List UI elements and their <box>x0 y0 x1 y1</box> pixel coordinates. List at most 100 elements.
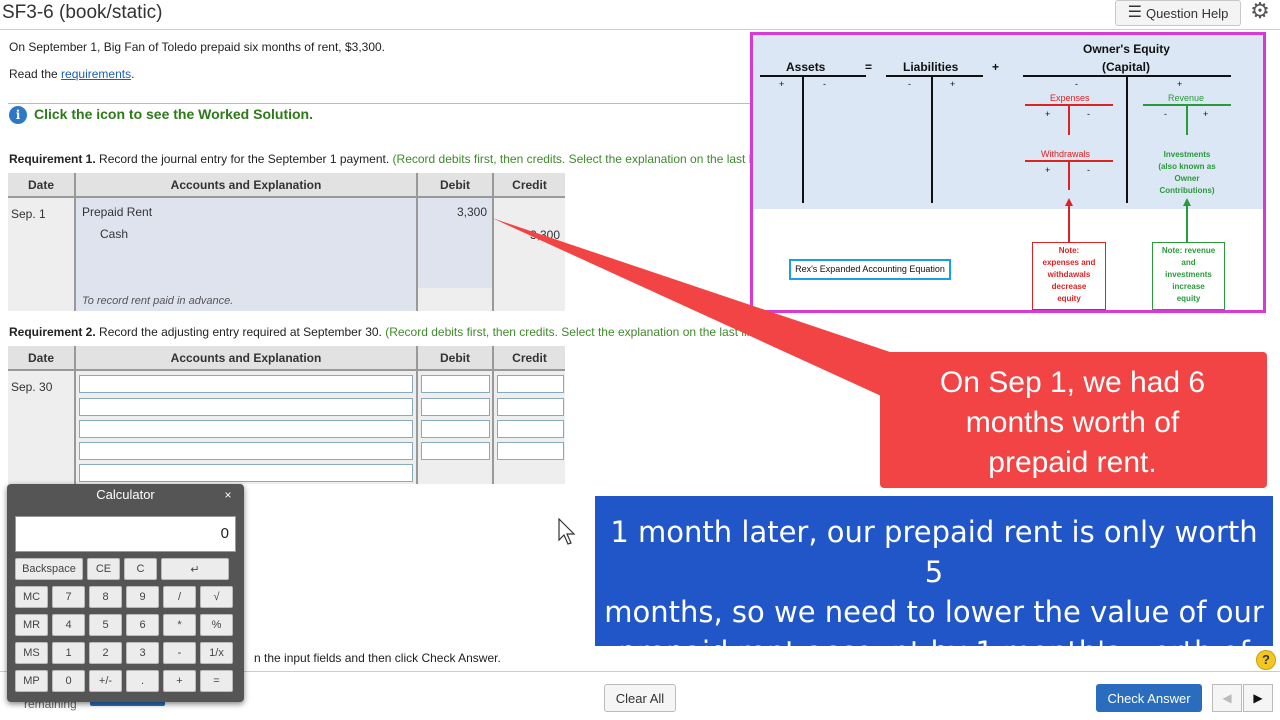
expenses-minus: - <box>1087 109 1090 119</box>
revenue-plus: + <box>1203 109 1209 119</box>
problem-statement: On September 1, Big Fan of Toledo prepai… <box>9 40 386 54</box>
mouse-cursor-icon <box>558 518 576 545</box>
journal2-date: Sep. 30 <box>11 380 53 394</box>
rex-equation-label: Rex's Expanded Accounting Equation <box>789 259 951 280</box>
credit-column <box>494 198 565 311</box>
calc-key[interactable]: MS <box>15 642 48 664</box>
credit-input-2[interactable] <box>497 398 564 416</box>
col-header-debit: Debit <box>418 173 492 198</box>
calc-key[interactable]: 9 <box>126 586 159 608</box>
callout-red-text: On Sep 1, we had 6 months worth of prepa… <box>900 363 1245 483</box>
journal1-explanation: To record rent paid in advance. <box>82 295 234 307</box>
col-sep <box>416 346 418 484</box>
calculator-title: Calculator <box>96 487 155 502</box>
investments-line: Investments <box>1163 150 1211 159</box>
account-input-2[interactable] <box>79 398 413 416</box>
calc-key[interactable]: . <box>126 670 159 692</box>
note-line: and <box>1181 258 1196 267</box>
calc-key[interactable]: CE <box>87 558 120 580</box>
calc-key[interactable]: - <box>163 642 196 664</box>
col-header-debit: Debit <box>418 346 492 371</box>
calc-key[interactable]: MC <box>15 586 48 608</box>
calc-key[interactable]: C <box>124 558 157 580</box>
note-line: Note: <box>1058 246 1080 255</box>
diagram-revenue: Revenue <box>1168 93 1205 103</box>
calc-key[interactable]: MP <box>15 670 48 692</box>
callout-blue-line: 1 month later, our prepaid rent is only … <box>610 515 1258 589</box>
calc-key[interactable]: 2 <box>89 642 122 664</box>
close-icon[interactable]: × <box>219 486 237 504</box>
journal-table-2: Date Accounts and Explanation Debit Cred… <box>8 346 565 484</box>
read-requirements-line: Read the requirements. <box>9 67 134 81</box>
note-line: expenses and <box>1042 258 1096 267</box>
credit-input-3[interactable] <box>497 420 564 438</box>
account-input-3[interactable] <box>79 420 413 438</box>
debit-input-4[interactable] <box>421 442 490 460</box>
debit-input-2[interactable] <box>421 398 490 416</box>
section-divider <box>8 103 753 104</box>
calc-key[interactable]: / <box>163 586 196 608</box>
credit-input-1[interactable] <box>497 375 564 393</box>
calculator-keypad: Backspace CE C ↵ MC 7 8 9/√ MR 4 5 6 *% MS 1 2 3-1/x MP 0 +… <box>7 558 244 698</box>
calc-key[interactable]: % <box>200 614 233 636</box>
revenue-minus: - <box>1164 109 1167 119</box>
assets-minus: - <box>823 79 826 89</box>
diagram-investments: Investments (also known as Owner Contrib… <box>1145 149 1229 197</box>
info-icon[interactable]: i <box>9 106 27 124</box>
calc-key[interactable]: 1/x <box>200 642 233 664</box>
note-line: increase <box>1172 282 1205 291</box>
calc-key[interactable]: 7 <box>52 586 85 608</box>
col-header-accounts: Accounts and Explanation <box>76 173 416 198</box>
req2-hint: (Record debits first, then credits. Sele… <box>385 325 787 339</box>
investments-line: (also known as <box>1158 162 1216 171</box>
callout-blue-line: months, so we need to lower the value of… <box>604 595 1264 629</box>
calc-key[interactable]: 6 <box>126 614 159 636</box>
calc-key[interactable]: 4 <box>52 614 85 636</box>
calc-key[interactable]: √ <box>200 586 233 608</box>
investments-line: Contributions) <box>1159 186 1215 195</box>
expenses-plus: + <box>1045 109 1051 119</box>
journal1-credit-2: 3,300 <box>529 228 560 242</box>
calc-key[interactable]: 0 <box>52 670 85 692</box>
list-icon: ☰ <box>1127 4 1142 21</box>
note-line: equity <box>1057 294 1081 303</box>
diagram-withdrawals: Withdrawals <box>1041 149 1091 159</box>
explanation-input[interactable] <box>79 464 413 482</box>
worked-solution-text: Click the icon to see the Worked Solutio… <box>34 106 314 122</box>
calc-key[interactable]: Backspace <box>15 558 83 580</box>
question-help-button[interactable]: ☰ Question Help <box>1115 0 1241 26</box>
account-input-1[interactable] <box>79 375 413 393</box>
calc-key[interactable]: * <box>163 614 196 636</box>
req1-text: Record the journal entry for the Septemb… <box>95 152 393 166</box>
callout-blue-text: 1 month later, our prepaid rent is only … <box>600 512 1268 712</box>
equity-minus: - <box>1075 79 1078 89</box>
diagram-plus: + <box>992 60 1000 74</box>
req1-hint: (Record debits first, then credits. Sele… <box>392 152 754 166</box>
debit-input-1[interactable] <box>421 375 490 393</box>
page-title: SF3-6 (book/static) <box>0 0 163 28</box>
read-prefix: Read the <box>9 67 62 81</box>
calc-key[interactable]: ↵ <box>161 558 229 580</box>
calc-key[interactable]: 5 <box>89 614 122 636</box>
calc-key[interactable]: MR <box>15 614 48 636</box>
callout-blue-line: prepaid rent account by 1 month's worth … <box>618 635 1250 709</box>
calc-key[interactable]: 8 <box>89 586 122 608</box>
note-line: decrease <box>1051 282 1087 291</box>
calc-key[interactable]: = <box>200 670 233 692</box>
credit-input-4[interactable] <box>497 442 564 460</box>
calc-key[interactable]: + <box>163 670 196 692</box>
calc-key[interactable]: 1 <box>52 642 85 664</box>
requirements-link[interactable]: requirements <box>61 67 131 81</box>
read-suffix: . <box>131 67 135 81</box>
diagram-owners-equity: Owner's Equity <box>1083 42 1170 56</box>
note-decrease-equity: Note: expenses and withdawals decrease e… <box>1032 242 1106 310</box>
requirement-2: Requirement 2. Record the adjusting entr… <box>9 325 879 339</box>
debit-input-3[interactable] <box>421 420 490 438</box>
gear-icon[interactable]: ⚙ <box>1248 0 1272 24</box>
req2-text: Record the adjusting entry required at S… <box>95 325 386 339</box>
calculator-window[interactable]: Calculator × 0 Backspace CE C ↵ MC 7 8 9/√ MR 4 5 6… <box>7 484 244 702</box>
calc-key[interactable]: 3 <box>126 642 159 664</box>
account-input-4[interactable] <box>79 442 413 460</box>
req1-label: Requirement 1. <box>9 152 96 166</box>
calc-key[interactable]: +/- <box>89 670 122 692</box>
